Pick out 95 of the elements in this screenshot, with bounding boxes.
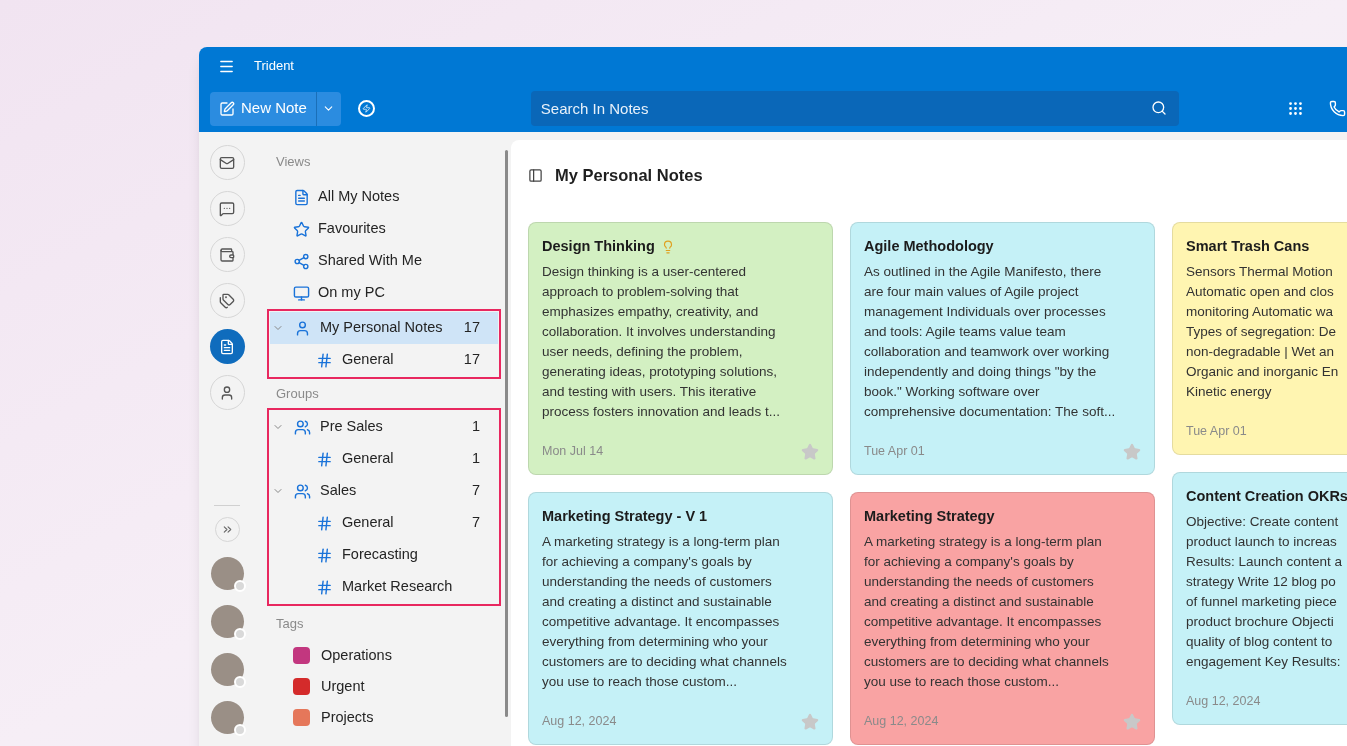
nav-label: Forecasting <box>342 545 419 565</box>
dialpad-icon[interactable] <box>1286 100 1304 117</box>
monitor-icon <box>293 284 310 302</box>
tag-label: Projects <box>321 707 374 727</box>
note-card[interactable]: Smart Trash Cans Sensors Thermal Motion Automatic open and clos monitoring Automatic wa Types of segregation: De non-degradable | Wet an Organic and inorganic En Kinetic energy Tue Apr 01 <box>1172 222 1347 455</box>
nav-label: My Personal Notes <box>320 318 444 338</box>
note-title: Content Creation OKRs <box>1186 486 1347 506</box>
nav-item[interactable]: Favourites <box>271 213 505 245</box>
nav-label: Pre Sales <box>320 417 384 437</box>
wallet-icon <box>219 246 235 263</box>
notes-icon <box>219 338 235 355</box>
search-icon[interactable] <box>1150 100 1167 116</box>
note-card[interactable] <box>528 491 833 745</box>
person-icon <box>294 319 311 337</box>
note-preview: Design thinking is a user-centered approach to problem-solving that emphasizes empathy, creativity, and collaboration. It involves understanding user needs, defining the problem, generating ideas, prototyping solutions, and testing with users. This iterative process fosters innovation and leads t... <box>542 262 781 421</box>
avatar[interactable] <box>210 557 244 590</box>
avatar[interactable] <box>210 701 244 734</box>
note-title: Design Thinking <box>542 237 655 256</box>
sidebar-toggle-icon[interactable] <box>528 167 543 183</box>
note-count: 1 <box>471 449 480 469</box>
nav-item[interactable]: Sales 7 <box>270 475 498 507</box>
nav-item[interactable]: General 7 <box>270 507 498 539</box>
note-title: Smart Trash Cans <box>1186 237 1310 256</box>
window-title: Trident <box>254 57 294 76</box>
section-heading: Groups <box>275 385 320 403</box>
note-count: 7 <box>471 481 480 501</box>
hash-icon <box>316 514 333 532</box>
avatar[interactable] <box>210 605 244 638</box>
note-date: Mon Jul 14 <box>542 443 604 461</box>
people-icon <box>294 482 311 500</box>
nav-label: General <box>342 449 395 469</box>
nav-item[interactable]: General 1 <box>270 443 498 475</box>
hash-icon <box>316 578 333 596</box>
nav-item[interactable]: Shared With Me <box>271 245 505 277</box>
note-preview: A marketing strategy is a long-term plan for achieving a company's goals by understanding the needs of customers and creating a distinct and sustainable competitive advantage. It encompasses everything from determining who your customers are to deciding what channels you use to reach those custom... <box>864 532 1110 691</box>
nav-item[interactable]: On my PC <box>271 277 505 309</box>
search-field[interactable]: Search In Notes <box>530 91 1179 126</box>
tags-icon <box>219 292 235 309</box>
tag-item[interactable]: Operations <box>255 640 505 671</box>
note-count: 7 <box>471 513 480 533</box>
star-icon[interactable] <box>801 442 819 461</box>
page-title: My Personal Notes <box>555 164 703 186</box>
note-count: 17 <box>463 350 480 370</box>
new-note-button[interactable]: New Note <box>210 91 316 126</box>
note-date: Tue Apr 01 <box>864 443 925 461</box>
note-date: Aug 12, 2024 <box>542 713 617 731</box>
note-preview: Sensors Thermal Motion Automatic open and clos monitoring Automatic wa Types of segregation: De non-degradable | Wet an Organic and inorganic En Kinetic energy <box>1186 262 1340 401</box>
hash-icon <box>316 546 333 564</box>
nav-label: Market Research <box>342 577 454 597</box>
people-icon <box>294 418 311 436</box>
nav-item[interactable]: General 17 <box>270 344 498 376</box>
section-heading: Tags <box>275 615 305 633</box>
tag-label: Urgent <box>321 676 365 696</box>
nav-label: General <box>342 513 395 533</box>
note-date: Aug 12, 2024 <box>864 713 939 731</box>
note-title: Marketing Strategy - V 1 <box>542 506 708 526</box>
star-icon[interactable] <box>1123 442 1141 461</box>
star-icon[interactable] <box>801 712 819 731</box>
star-icon[interactable] <box>1123 712 1141 731</box>
note-card[interactable] <box>528 222 833 475</box>
tag-item[interactable]: Projects <box>255 702 505 733</box>
person-icon <box>219 384 235 401</box>
nav-label: Sales <box>320 481 358 501</box>
nav-item[interactable]: All My Notes <box>271 181 505 213</box>
nav-item[interactable]: My Personal Notes 17 <box>270 312 498 344</box>
nav-item[interactable]: Pre Sales 1 <box>270 411 498 443</box>
note-preview: As outlined in the Agile Manifesto, there are four main values of Agile project management Individuals over processes and tools: Agile teams value team collaboration and teamwork over working independently and doing things "by the book." Working software over comprehensive documentation: The soft... <box>864 262 1117 421</box>
nav-label: General <box>342 350 395 370</box>
star-icon <box>293 220 310 238</box>
note-date: Aug 12, 2024 <box>1186 693 1261 711</box>
note-preview: A marketing strategy is a long-term plan for achieving a company's goals by understanding the needs of customers and creating a distinct and sustainable competitive advantage. It encompasses everything from determining who your customers are to deciding what channels you use to reach those custom... <box>542 532 788 691</box>
lightning-icon[interactable] <box>357 100 375 117</box>
note-title: Agile Methodology <box>864 237 994 256</box>
nav-item[interactable]: Market Research <box>270 571 498 603</box>
note-count: 1 <box>471 417 480 437</box>
note-title: Marketing Strategy <box>864 506 995 526</box>
note-count: 17 <box>463 318 480 338</box>
hash-icon <box>316 450 333 468</box>
edit-icon <box>219 100 235 117</box>
nav-item[interactable]: Forecasting <box>270 539 498 571</box>
note-date: Tue Apr 01 <box>1186 423 1247 441</box>
tag-item[interactable]: Urgent <box>255 671 505 702</box>
section-heading: Views <box>275 153 312 171</box>
note-card[interactable] <box>850 491 1155 745</box>
note-preview: Objective: Create content product launch to increas Results: Launch content a strategy Write 12 blog po of funnel marketing piece product brochure Objecti quality of blog content to engagement Key Results: <box>1186 512 1344 671</box>
rail-button[interactable] <box>209 329 245 364</box>
chat-icon <box>219 200 235 217</box>
phone-icon[interactable] <box>1328 100 1346 117</box>
document-icon <box>293 188 310 206</box>
hash-icon <box>316 351 333 369</box>
tag-label: Operations <box>321 645 392 665</box>
note-card[interactable] <box>850 222 1155 475</box>
avatar[interactable] <box>210 653 244 686</box>
mail-icon <box>219 154 235 171</box>
share-icon <box>293 252 310 270</box>
